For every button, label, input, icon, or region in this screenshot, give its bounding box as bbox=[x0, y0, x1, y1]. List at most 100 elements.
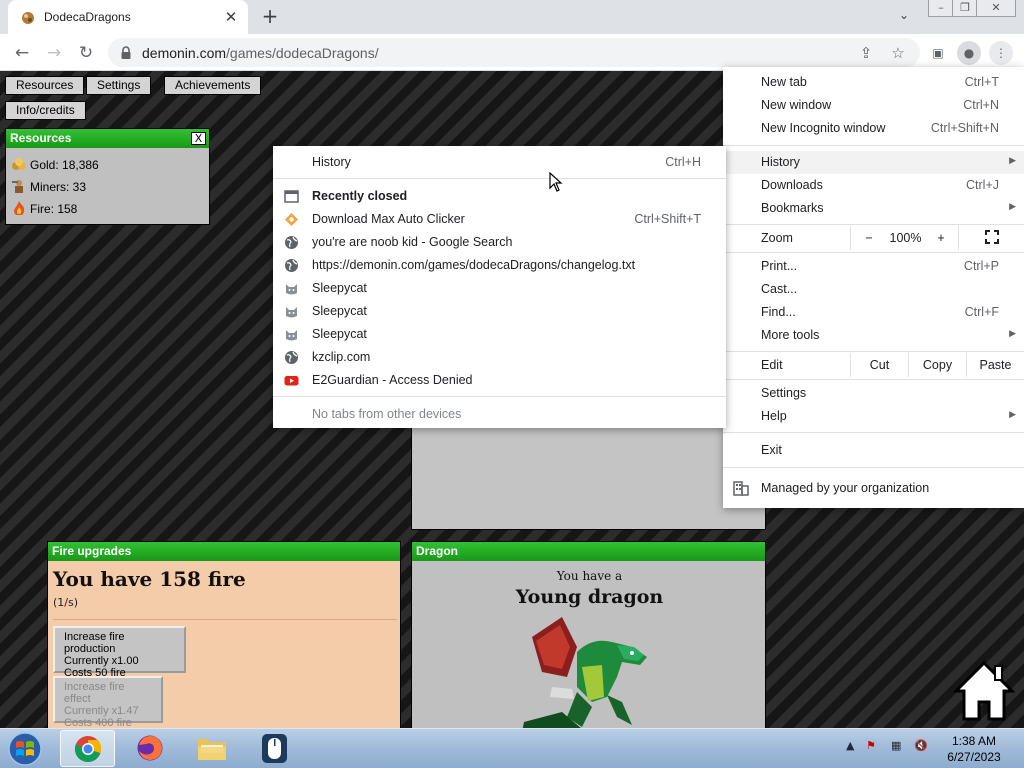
maximize-button[interactable]: ❐ bbox=[952, 0, 978, 17]
back-arrow-icon[interactable]: ← bbox=[9, 40, 35, 66]
history-item[interactable]: you're are noob kid - Google Search bbox=[273, 231, 726, 254]
menu-new-incognito-window[interactable]: New Incognito window Ctrl+Shift+N bbox=[723, 117, 1024, 140]
menu-downloads[interactable]: Downloads Ctrl+J bbox=[723, 174, 1024, 197]
close-window-button[interactable]: ✕ bbox=[976, 0, 1016, 17]
volume-muted-icon[interactable]: 🔇 bbox=[914, 739, 928, 752]
url-text[interactable]: demonin.com/games/dodecaDragons/ bbox=[142, 45, 379, 61]
recently-closed-header: Recently closed bbox=[273, 185, 726, 208]
action-center-flag-icon[interactable]: ⚑ bbox=[866, 739, 876, 752]
print-shortcut: Ctrl+P bbox=[963, 259, 999, 273]
history-item[interactable]: E2Guardian - Access Denied bbox=[273, 369, 726, 392]
cat-icon bbox=[286, 284, 297, 295]
menu-settings[interactable]: Settings bbox=[723, 382, 1024, 405]
resources-close-button[interactable]: X bbox=[191, 132, 206, 145]
menu-bookmarks[interactable]: Bookmarks ▶ bbox=[723, 197, 1024, 220]
fullscreen-button[interactable] bbox=[958, 226, 1024, 250]
menu-find[interactable]: Find... Ctrl+F bbox=[723, 301, 1024, 324]
miners-text: Miners: 33 bbox=[30, 180, 87, 194]
globe-icon bbox=[285, 259, 298, 272]
tab-strip: DodecaDragons ✕ + ⌄ – ❐ ✕ bbox=[0, 0, 1024, 34]
history-item[interactable]: Sleepycat bbox=[273, 277, 726, 300]
help-label: Help bbox=[761, 409, 787, 423]
menu-separator bbox=[723, 467, 1024, 468]
menu-new-window[interactable]: New window Ctrl+N bbox=[723, 94, 1024, 117]
show-hidden-icons-icon[interactable]: ▲ bbox=[846, 739, 854, 752]
windows-start-icon[interactable] bbox=[5, 731, 45, 767]
history-item[interactable]: Download Max Auto Clicker Ctrl+Shift+T bbox=[273, 208, 726, 231]
dragon-panel-title: Dragon bbox=[412, 542, 765, 561]
network-icon[interactable]: ▦ bbox=[891, 739, 901, 752]
history-item[interactable]: kzclip.com bbox=[273, 346, 726, 369]
side-panel-icon[interactable]: ▣ bbox=[926, 41, 950, 65]
reload-icon[interactable]: ↻ bbox=[73, 40, 99, 66]
menu-managed[interactable]: Managed by your organization bbox=[723, 477, 1024, 500]
gold-row: Gold: 18,386 bbox=[11, 157, 99, 172]
copy-button[interactable]: Copy bbox=[908, 353, 966, 377]
taskbar-chrome[interactable] bbox=[60, 730, 115, 767]
bookmark-star-icon[interactable]: ☆ bbox=[888, 43, 908, 63]
history-full-item[interactable]: History Ctrl+H bbox=[273, 151, 726, 174]
profile-avatar-icon[interactable]: ● bbox=[957, 41, 981, 65]
menu-edit: Edit Cut Copy Paste bbox=[723, 353, 1024, 377]
history-item-label: Sleepycat bbox=[312, 281, 367, 295]
globe-icon bbox=[285, 351, 298, 364]
menu-help[interactable]: Help ▶ bbox=[723, 405, 1024, 428]
cat-icon bbox=[286, 307, 297, 318]
home-icon[interactable] bbox=[953, 660, 1015, 722]
forward-arrow-icon[interactable]: → bbox=[41, 40, 67, 66]
new-window-shortcut: Ctrl+N bbox=[963, 98, 999, 112]
nav-resources-button[interactable]: Resources bbox=[5, 76, 85, 95]
menu-history[interactable]: History ▶ bbox=[723, 151, 1024, 174]
history-item[interactable]: https://demonin.com/games/dodecaDragons/… bbox=[273, 254, 726, 277]
new-tab-button[interactable]: + bbox=[258, 5, 282, 29]
tab-search-chevron-icon[interactable]: ⌄ bbox=[894, 8, 914, 26]
bookmarks-arrow-icon: ▶ bbox=[1009, 201, 1016, 211]
zoom-out-button[interactable]: − bbox=[850, 226, 887, 250]
menu-cast[interactable]: Cast... bbox=[723, 278, 1024, 301]
lock-icon[interactable] bbox=[120, 46, 132, 59]
address-bar[interactable]: demonin.com/games/dodecaDragons/ ⇪ ☆ bbox=[108, 38, 920, 67]
menu-more-tools[interactable]: More tools ▶ bbox=[723, 324, 1024, 347]
chrome-menu-kebab-icon[interactable]: ⋮ bbox=[989, 41, 1013, 65]
share-icon[interactable]: ⇪ bbox=[856, 43, 876, 63]
fire-text: Fire: 158 bbox=[30, 202, 78, 216]
globe-icon bbox=[285, 236, 298, 249]
history-full-shortcut: Ctrl+H bbox=[665, 155, 701, 169]
tab-close-icon[interactable]: ✕ bbox=[222, 8, 240, 26]
menu-exit[interactable]: Exit bbox=[723, 439, 1024, 462]
nav-achievements-button[interactable]: Achievements bbox=[164, 76, 262, 95]
taskbar-file-explorer[interactable] bbox=[185, 730, 240, 767]
firefox-icon bbox=[137, 735, 163, 761]
taskbar-auto-clicker[interactable] bbox=[247, 730, 302, 767]
history-item[interactable]: Sleepycat bbox=[273, 300, 726, 323]
menu-new-tab[interactable]: New tab Ctrl+T bbox=[723, 71, 1024, 94]
menu-separator bbox=[723, 252, 1024, 253]
fire-icon bbox=[14, 201, 25, 215]
history-arrow-icon: ▶ bbox=[1009, 155, 1016, 165]
menu-separator bbox=[723, 432, 1024, 433]
increase-fire-production-button[interactable]: Increase fire production Currently x1.00… bbox=[53, 626, 186, 679]
tab-dodecadragons[interactable]: DodecaDragons ✕ bbox=[8, 0, 248, 34]
tab-window-icon bbox=[284, 190, 299, 203]
history-item-shortcut: Ctrl+Shift+T bbox=[634, 212, 701, 226]
paste-button[interactable]: Paste bbox=[966, 353, 1024, 377]
history-separator bbox=[273, 178, 726, 179]
history-item[interactable]: Sleepycat bbox=[273, 323, 726, 346]
zoom-in-button[interactable]: + bbox=[924, 226, 958, 250]
taskbar-firefox[interactable] bbox=[123, 730, 178, 767]
help-arrow-icon: ▶ bbox=[1009, 409, 1016, 419]
increase-fire-effect-button[interactable]: Increase fire effect Currently x1.47 Cos… bbox=[53, 676, 163, 728]
new-window-label: New window bbox=[761, 98, 832, 112]
fire-amount-heading: You have 158 fire bbox=[53, 567, 246, 591]
new-tab-shortcut: Ctrl+T bbox=[964, 75, 999, 89]
background-panel bbox=[411, 426, 766, 530]
nav-info-credits-button[interactable]: Info/credits bbox=[5, 101, 86, 120]
menu-print[interactable]: Print... Ctrl+P bbox=[723, 255, 1024, 278]
nav-settings-button[interactable]: Settings bbox=[86, 76, 152, 95]
history-label: History bbox=[761, 155, 800, 169]
history-item-label: Sleepycat bbox=[312, 327, 367, 341]
cut-button[interactable]: Cut bbox=[850, 353, 908, 377]
taskbar-clock[interactable]: 1:38 AM 6/27/2023 bbox=[940, 733, 1008, 765]
no-tabs-item: No tabs from other devices bbox=[273, 403, 726, 426]
minimize-button[interactable]: – bbox=[928, 0, 954, 17]
